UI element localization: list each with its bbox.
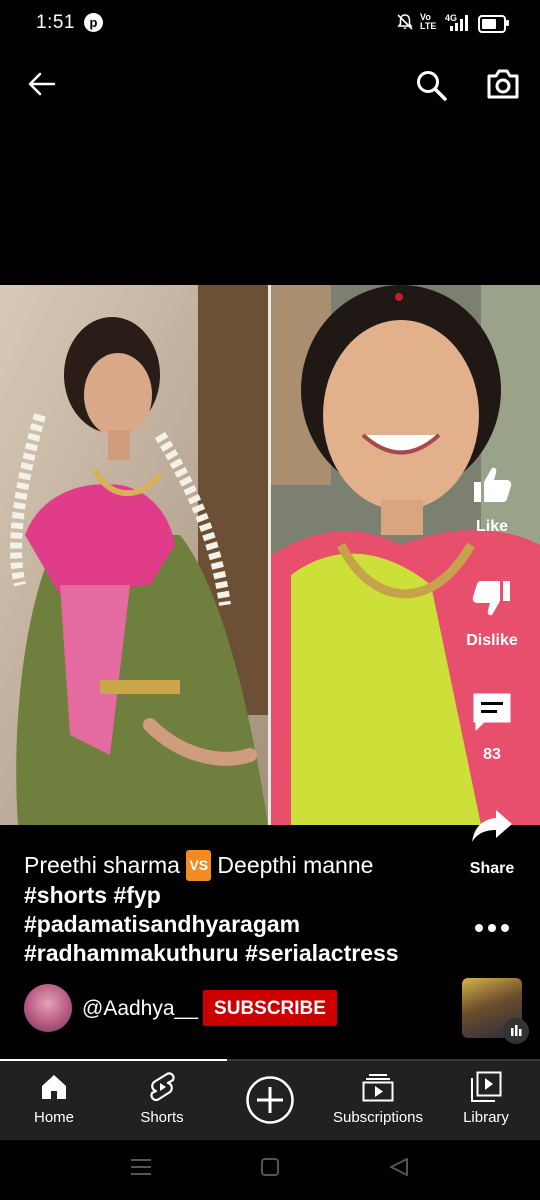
hashtags-line-3[interactable]: #radhammakuthuru #serialactress bbox=[24, 940, 399, 966]
video-frame-right bbox=[271, 285, 540, 825]
like-label: Like bbox=[475, 518, 508, 535]
camera-icon[interactable] bbox=[485, 67, 521, 101]
caption-text-2: Deepthi manne bbox=[211, 852, 374, 878]
dislike-icon[interactable] bbox=[470, 577, 514, 621]
search-icon[interactable] bbox=[414, 68, 448, 102]
nav-library[interactable]: Library bbox=[432, 1061, 540, 1140]
dislike-label: Dislike bbox=[466, 632, 518, 649]
nav-library-label: Library bbox=[463, 1109, 509, 1126]
video-frame-left bbox=[0, 285, 268, 825]
more-options-icon[interactable] bbox=[472, 918, 512, 938]
equalizer-icon bbox=[503, 1018, 529, 1044]
library-icon bbox=[471, 1071, 502, 1102]
hashtags-line-1[interactable]: #shorts #fyp bbox=[24, 882, 161, 908]
channel-avatar[interactable] bbox=[24, 984, 72, 1032]
battery-tip bbox=[506, 20, 509, 26]
bell-muted-icon bbox=[397, 14, 413, 30]
hashtags-line-2[interactable]: #padamatisandhyaragam bbox=[24, 911, 300, 937]
subscriptions-icon bbox=[362, 1074, 394, 1102]
recent-apps-icon[interactable] bbox=[130, 1157, 152, 1177]
subscribe-button[interactable]: SUBSCRIBE bbox=[203, 990, 337, 1026]
share-label: Share bbox=[469, 860, 515, 877]
video-player[interactable] bbox=[0, 285, 540, 825]
nav-subscriptions[interactable]: Subscriptions bbox=[324, 1061, 432, 1140]
shorts-icon bbox=[150, 1072, 175, 1102]
home-button-icon[interactable] bbox=[260, 1157, 280, 1177]
nav-create[interactable] bbox=[216, 1061, 324, 1140]
share-icon[interactable] bbox=[470, 806, 514, 846]
nav-home-label: Home bbox=[33, 1109, 74, 1126]
signal-icon bbox=[450, 15, 468, 31]
channel-handle[interactable]: @Aadhya__ bbox=[82, 997, 198, 1021]
home-icon bbox=[42, 1075, 66, 1099]
nav-home[interactable]: Home bbox=[0, 1061, 108, 1140]
back-button-icon[interactable] bbox=[388, 1157, 410, 1177]
status-time: 1:51 bbox=[36, 12, 75, 33]
comments-count: 83 bbox=[483, 746, 501, 763]
volte-icon: Vo LTE bbox=[420, 12, 437, 31]
p-circle-icon: p bbox=[84, 13, 103, 32]
caption-text-1: Preethi sharma bbox=[24, 852, 187, 878]
nav-shorts[interactable]: Shorts bbox=[108, 1061, 216, 1140]
battery-icon bbox=[478, 15, 506, 33]
create-plus-icon bbox=[246, 1076, 294, 1124]
video-caption: Preethi sharma VS Deepthi manne #shorts … bbox=[24, 850, 424, 968]
arrow-left-icon[interactable] bbox=[26, 68, 58, 100]
comments-icon[interactable] bbox=[470, 690, 514, 734]
like-icon[interactable] bbox=[470, 462, 514, 506]
nav-shorts-label: Shorts bbox=[140, 1109, 184, 1126]
vs-emoji: VS bbox=[186, 850, 212, 881]
nav-subscriptions-label: Subscriptions bbox=[332, 1109, 424, 1126]
